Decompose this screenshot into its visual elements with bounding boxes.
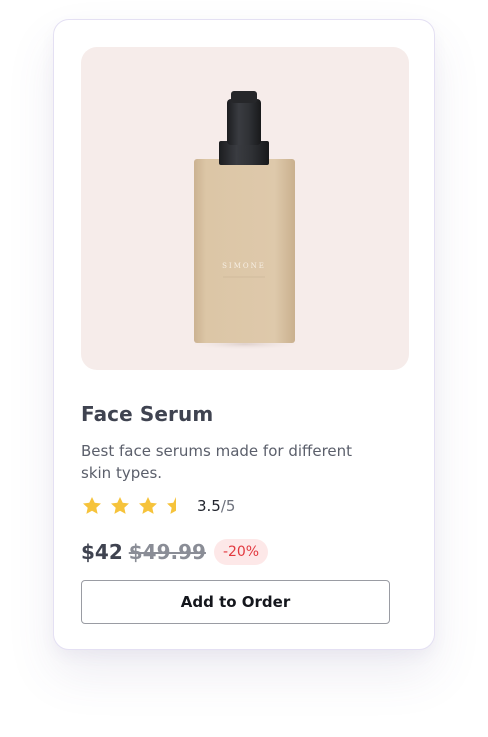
rating-value: 3.5	[197, 497, 221, 515]
current-price: $42	[81, 540, 123, 564]
rating-value-text: 3.5/5	[197, 497, 235, 515]
product-title: Face Serum	[81, 402, 214, 426]
original-price: $49.99	[128, 540, 206, 564]
bottle-body	[194, 159, 295, 343]
star-full-icon	[83, 497, 101, 514]
bottle-brand-mark: SIMONE	[222, 262, 266, 270]
product-image: SIMONE	[81, 47, 409, 370]
star-full-icon	[139, 497, 157, 514]
star-half-icon	[167, 497, 176, 514]
add-to-order-button[interactable]: Add to Order	[81, 580, 390, 624]
star-full-icon	[111, 497, 129, 514]
page: SIMONE Face Serum Best face serums made …	[0, 0, 488, 737]
bottle-cap	[227, 99, 261, 145]
product-card: SIMONE Face Serum Best face serums made …	[53, 19, 435, 650]
serum-bottle-image: SIMONE	[185, 91, 305, 350]
product-rating: 3.5/5	[81, 494, 235, 518]
product-description: Best face serums made for different skin…	[81, 442, 353, 482]
bottle-nozzle	[231, 91, 257, 103]
price-row: $42 $49.99 -20%	[81, 537, 269, 567]
rating-max: /5	[220, 497, 236, 515]
discount-badge: -20%	[213, 539, 269, 565]
rating-stars	[81, 495, 187, 517]
